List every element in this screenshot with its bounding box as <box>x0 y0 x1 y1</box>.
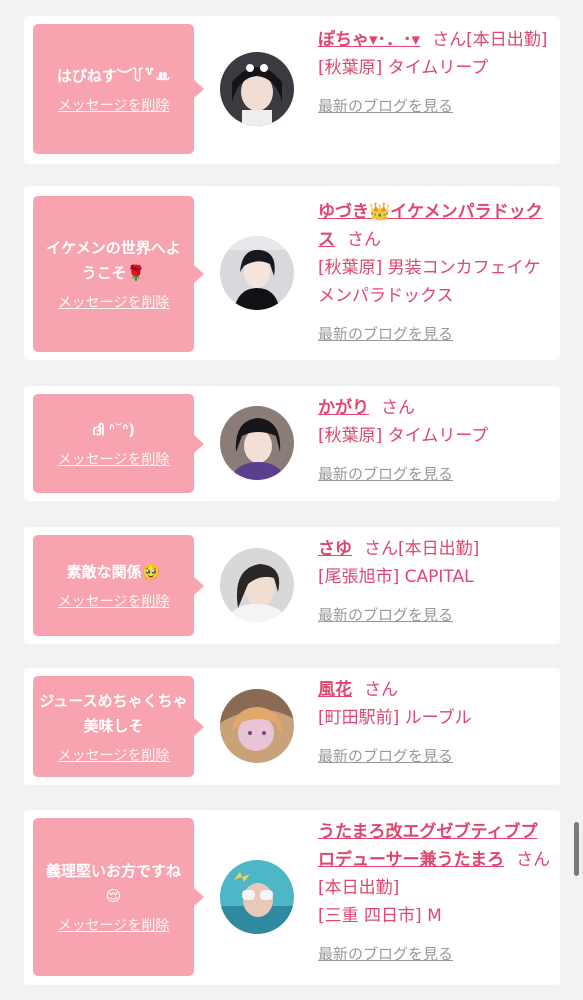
message-text: 義理堅いお方ですね😌 <box>45 862 181 905</box>
profile-info: ゆづき👑イケメンパラドックス さん [秋葉原] 男装コンカフェイケメンパラドックス… <box>318 198 554 344</box>
delete-message-link[interactable]: メッセージを削除 <box>58 451 170 469</box>
delete-message-link[interactable]: メッセージを削除 <box>58 294 170 312</box>
avatar[interactable] <box>220 860 294 934</box>
honorific: さん <box>347 230 381 250</box>
profile-info: ぽちゃ▾･．･▾ さん[本日出勤] [秋葉原] タイムリープ 最新のブログを見る <box>318 26 554 116</box>
name-line: ゆづき👑イケメンパラドックス さん <box>318 198 554 254</box>
name-line: うたまろ改エグゼブティブプロデューサー兼うたまろ さん [本日出勤] <box>318 818 554 902</box>
message-card: ദി ᐢ˘ᐢ) メッセージを削除 かがり さん [秋葉原] タイムリープ 最新のブ… <box>24 386 560 501</box>
view-blog-link[interactable]: 最新のブログを見る <box>318 944 453 964</box>
shop-location: [秋葉原] タイムリープ <box>318 426 489 446</box>
message-card: イケメンの世界へようこそ🌹 メッセージを削除 ゆづき👑イケメンパラドックス さん … <box>24 186 560 360</box>
message-text: 素敵な関係🥹 <box>66 563 161 581</box>
shop-location: [尾張旭市] CAPITAL <box>318 567 474 587</box>
message-card: 素敵な関係🥹 メッセージを削除 さゆ さん[本日出勤] [尾張旭市] CAPITA… <box>24 527 560 644</box>
avatar[interactable] <box>220 548 294 622</box>
view-blog-link[interactable]: 最新のブログを見る <box>318 464 453 484</box>
honorific: さん <box>381 398 415 418</box>
name-line: ぽちゃ▾･．･▾ さん[本日出勤] <box>318 26 554 54</box>
shop-location: [町田駅前] ルーブル <box>318 708 472 728</box>
profile-info: さゆ さん[本日出勤] [尾張旭市] CAPITAL 最新のブログを見る <box>318 535 554 625</box>
scrollbar[interactable] <box>574 822 579 876</box>
profile-info: 風花 さん [町田駅前] ルーブル 最新のブログを見る <box>318 676 554 766</box>
shop-location: [秋葉原] 男装コンカフェイケメンパラドックス <box>318 258 541 306</box>
message-text: イケメンの世界へようこそ🌹 <box>46 239 181 282</box>
honorific: さん <box>364 680 398 700</box>
view-blog-link[interactable]: 最新のブログを見る <box>318 324 453 344</box>
profile-info: うたまろ改エグゼブティブプロデューサー兼うたまろ さん [本日出勤] [三重 四日市… <box>318 818 554 964</box>
status-label: [本日出勤] <box>398 539 480 559</box>
message-text: ദി ᐢ˘ᐢ) <box>91 421 136 439</box>
name-line: かがり さん <box>318 394 554 422</box>
name-line: さゆ さん[本日出勤] <box>318 535 554 563</box>
honorific: さん <box>516 850 551 870</box>
message-bubble: はぴねす︶꒦꒷ꔚ メッセージを削除 <box>33 24 204 154</box>
message-bubble: ദി ᐢ˘ᐢ) メッセージを削除 <box>33 394 204 493</box>
delete-message-link[interactable]: メッセージを削除 <box>58 747 170 765</box>
status-label: [本日出勤] <box>466 30 548 50</box>
name-line: 風花 さん <box>318 676 554 704</box>
avatar[interactable] <box>220 406 294 480</box>
delete-message-link[interactable]: メッセージを削除 <box>58 593 170 611</box>
message-bubble: ジュースめちゃくちゃ美味しそ メッセージを削除 <box>33 676 204 777</box>
cast-name-link[interactable]: ぽちゃ▾･．･▾ <box>318 30 420 50</box>
cast-name-link[interactable]: 風花 <box>318 680 352 700</box>
cast-name-link[interactable]: さゆ <box>318 539 352 559</box>
view-blog-link[interactable]: 最新のブログを見る <box>318 746 453 766</box>
cast-name-link[interactable]: かがり <box>318 398 369 418</box>
shop-location: [秋葉原] タイムリープ <box>318 58 489 78</box>
message-text: ジュースめちゃくちゃ美味しそ <box>39 691 188 735</box>
avatar[interactable] <box>220 689 294 763</box>
message-card: 義理堅いお方ですね😌 メッセージを削除 うたまろ改エグゼブティブプロデューサー兼… <box>24 810 560 985</box>
honorific: さん <box>364 539 398 559</box>
shop-location: [三重 四日市] M <box>318 906 442 926</box>
profile-info: かがり さん [秋葉原] タイムリープ 最新のブログを見る <box>318 394 554 484</box>
message-bubble: 義理堅いお方ですね😌 メッセージを削除 <box>33 818 204 976</box>
avatar[interactable] <box>220 236 294 310</box>
avatar[interactable] <box>220 52 294 126</box>
message-text: はぴねす︶꒦꒷ꔚ <box>56 66 171 85</box>
honorific: さん <box>432 30 467 50</box>
cast-name-link[interactable]: うたまろ改エグゼブティブプロデューサー兼うたまろ <box>318 822 537 870</box>
delete-message-link[interactable]: メッセージを削除 <box>58 917 170 935</box>
status-label: [本日出勤] <box>318 878 400 898</box>
view-blog-link[interactable]: 最新のブログを見る <box>318 96 453 116</box>
message-bubble: 素敵な関係🥹 メッセージを削除 <box>33 535 204 636</box>
message-bubble: イケメンの世界へようこそ🌹 メッセージを削除 <box>33 196 204 352</box>
message-card: ジュースめちゃくちゃ美味しそ メッセージを削除 風花 さん [町田駅前] ルーブル… <box>24 668 560 785</box>
message-card: はぴねす︶꒦꒷ꔚ メッセージを削除 ぽちゃ▾･．･▾ さん[本日出勤] [秋葉原]… <box>24 16 560 164</box>
delete-message-link[interactable]: メッセージを削除 <box>58 97 170 115</box>
view-blog-link[interactable]: 最新のブログを見る <box>318 605 453 625</box>
